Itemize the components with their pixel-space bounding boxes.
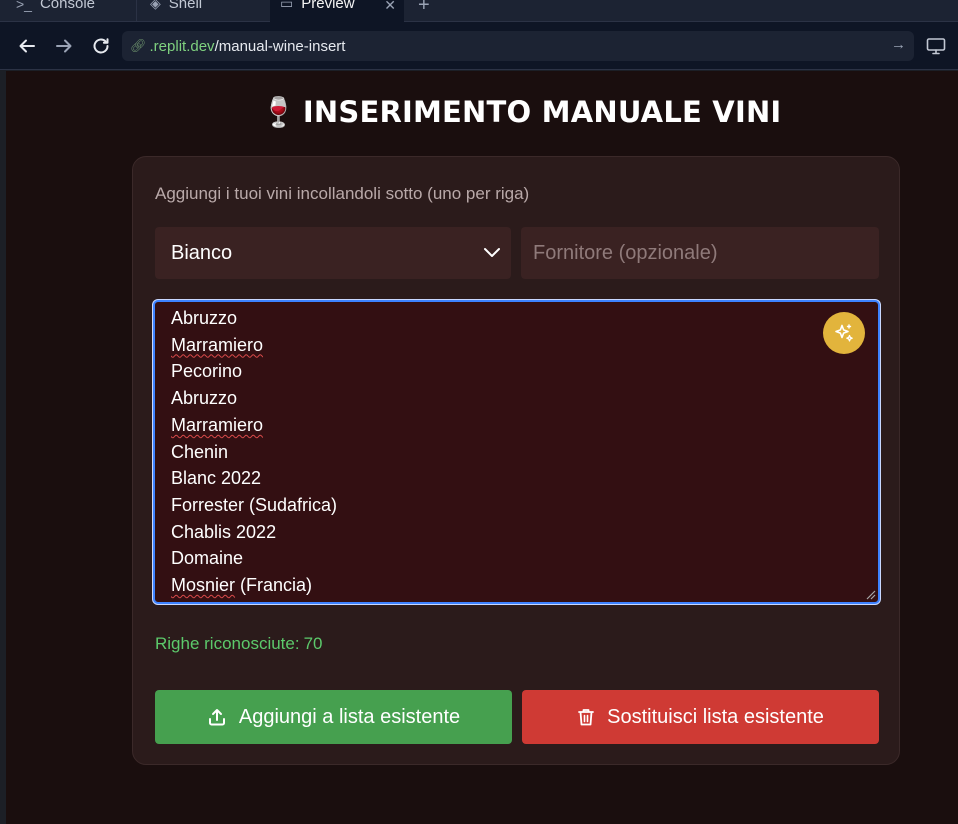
- wine-line: Mosnier (Francia): [171, 575, 313, 596]
- forward-icon[interactable]: [52, 34, 76, 58]
- terminal-icon: >_: [16, 0, 32, 12]
- wine-line: Domaine: [171, 548, 244, 569]
- address-bar: 🔗︎ .replit.dev/manual-wine-insert →: [0, 22, 958, 70]
- wine-line: Abruzzo: [171, 308, 238, 328]
- tab-preview[interactable]: ▭ Preview ✕: [270, 0, 404, 22]
- tab-strip: >_ Console ◈ Shell ▭ Preview ✕ +: [0, 0, 958, 22]
- url-path: /manual-wine-insert: [214, 37, 346, 55]
- supplier-input[interactable]: [521, 227, 879, 279]
- back-icon[interactable]: [15, 34, 39, 58]
- spellcheck-word: Marramiero: [171, 414, 264, 435]
- tab-label: Console: [39, 0, 96, 12]
- recognized-rows-value: 70: [303, 634, 323, 653]
- page-title: 🍷 INSERIMENTO MANUALE VINI: [6, 95, 958, 130]
- upload-icon: [208, 709, 225, 726]
- chevron-down-icon: [484, 248, 500, 257]
- tab-console[interactable]: >_ Console: [16, 0, 95, 22]
- instructions-text: Aggiungi i tuoi vini incollandoli sotto …: [155, 184, 530, 203]
- preview-viewport: 🍷 INSERIMENTO MANUALE VINI Aggiungi i tuo…: [6, 71, 958, 824]
- url-domain: .replit.dev: [149, 37, 215, 55]
- wine-line: Blanc 2022: [171, 468, 262, 489]
- open-external-icon[interactable]: →: [891, 36, 906, 53]
- url-field[interactable]: 🔗︎ .replit.dev/manual-wine-insert →: [122, 31, 914, 61]
- wine-list-textarea[interactable]: Abruzzo Marramiero Pecorino Abruzzo Marramie…: [153, 300, 880, 604]
- close-icon[interactable]: ✕: [384, 0, 396, 14]
- wine-line: Chenin: [171, 441, 229, 462]
- wine-lines: Abruzzo Marramiero Pecorino Abruzzo Marramie…: [171, 305, 811, 599]
- wine-line: Marramiero: [171, 332, 811, 359]
- wine-type-value: Bianco: [171, 241, 233, 264]
- spellcheck-word: Marramiero: [171, 334, 264, 355]
- shell-icon: ◈: [150, 0, 161, 11]
- replace-list-button[interactable]: Sostituisci lista esistente: [522, 690, 879, 744]
- magic-format-button[interactable]: [823, 312, 865, 354]
- tab-label: Shell: [168, 0, 203, 12]
- wine-line: Forrester (Sudafrica): [171, 494, 338, 515]
- device-icon[interactable]: [924, 34, 948, 58]
- replace-list-label: Sostituisci lista esistente: [607, 705, 824, 728]
- reload-icon[interactable]: [89, 34, 113, 58]
- wine-type-select[interactable]: Bianco: [155, 227, 511, 279]
- tab-divider: [136, 0, 137, 22]
- wine-line: Abruzzo: [171, 388, 238, 409]
- spellcheck-word: Mosnier: [171, 575, 236, 596]
- page-title-text: INSERIMENTO MANUALE VINI: [302, 95, 782, 129]
- resize-handle-icon[interactable]: [864, 588, 876, 600]
- sparkles-icon: [835, 324, 853, 342]
- trash-icon: [578, 709, 595, 726]
- wine-line: Pecorino: [171, 361, 243, 382]
- insert-card: Aggiungi i tuoi vini incollandoli sotto …: [132, 156, 900, 765]
- recognized-rows-label: Righe riconosciute:: [155, 634, 300, 653]
- wine-line: Chablis 2022: [171, 521, 277, 542]
- monitor-icon: ▭: [280, 0, 294, 11]
- new-tab-icon[interactable]: +: [418, 0, 430, 17]
- recognized-rows-counter: Righe riconosciute: 70: [155, 634, 323, 654]
- tab-label: Preview: [301, 0, 355, 12]
- add-to-list-label: Aggiungi a lista esistente: [238, 705, 461, 728]
- wine-line: Marramiero: [171, 412, 811, 439]
- link-icon: 🔗︎: [130, 38, 147, 53]
- tab-shell[interactable]: ◈ Shell: [150, 0, 202, 22]
- add-to-list-button[interactable]: Aggiungi a lista esistente: [155, 690, 512, 744]
- wine-glass-icon: 🍷: [260, 95, 297, 129]
